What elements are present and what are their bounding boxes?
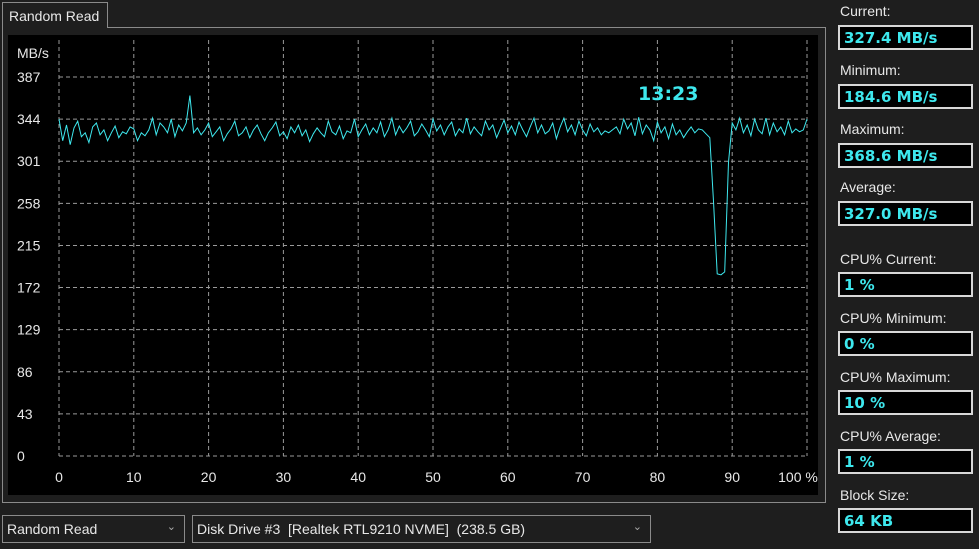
chevron-down-icon: ⌄ [632, 521, 642, 533]
stat-value: 1 % [838, 449, 973, 474]
stat-value: 0 % [838, 331, 973, 356]
stat-label: Minimum: [840, 62, 901, 78]
stat-value: 327.0 MB/s [838, 201, 973, 226]
chevron-down-icon: ⌄ [166, 521, 176, 533]
x-tick-label: 40 [350, 469, 366, 485]
y-tick-label: 129 [17, 322, 41, 338]
tab-random-read[interactable]: Random Read [2, 2, 108, 28]
x-tick-label: 10 [126, 469, 142, 485]
y-tick-label: 301 [17, 153, 41, 169]
stat-label: Block Size: [840, 487, 910, 503]
throughput-line [58, 95, 808, 276]
drive-select[interactable]: Disk Drive #3 [Realtek RTL9210 NVME] (23… [192, 515, 651, 543]
stat-value: 10 % [838, 390, 973, 415]
y-tick-label: 172 [17, 280, 41, 296]
stat-label: CPU% Maximum: [840, 369, 951, 385]
drive-value: Disk Drive #3 [Realtek RTL9210 NVME] (23… [197, 521, 526, 537]
x-tick-label: 20 [201, 469, 217, 485]
stat-value: 184.6 MB/s [838, 84, 973, 109]
y-tick-label: 258 [17, 195, 41, 211]
stat-value: 368.6 MB/s [838, 143, 973, 168]
stat-label: CPU% Average: [840, 428, 941, 444]
stat-label: Average: [840, 179, 896, 195]
stat-value: 1 % [838, 272, 973, 297]
x-tick-label: 60 [500, 469, 516, 485]
y-tick-label: 0 [17, 448, 25, 464]
x-tick-label: 80 [650, 469, 666, 485]
x-tick-label: 70 [575, 469, 591, 485]
stat-label: Current: [840, 3, 891, 19]
y-axis-label: MB/s [17, 45, 49, 61]
stat-label: CPU% Current: [840, 251, 937, 267]
x-tick-label: 90 [724, 469, 740, 485]
chart-area: 0 43 86 129 172 215 258 301 344 387 0 10 20 30 40 50 60 7… [8, 35, 818, 495]
y-tick-label: 387 [17, 69, 41, 85]
y-tick-label: 215 [17, 237, 41, 253]
y-tick-label: 86 [17, 364, 33, 380]
y-tick-label: 43 [17, 406, 33, 422]
x-tick-label: 50 [425, 469, 441, 485]
x-tick-label: 0 [55, 469, 63, 485]
stat-label: CPU% Minimum: [840, 310, 947, 326]
stat-value: 327.4 MB/s [838, 25, 973, 50]
test-type-value: Random Read [7, 521, 98, 537]
stat-value: 64 KB [838, 508, 973, 533]
test-type-select[interactable]: Random Read ⌄ [2, 515, 185, 543]
x-tick-label: 30 [276, 469, 292, 485]
x-tick-label: 100 % [778, 469, 818, 485]
stat-label: Maximum: [840, 121, 905, 137]
elapsed-time: 13:23 [638, 83, 699, 105]
y-tick-label: 344 [17, 111, 41, 127]
